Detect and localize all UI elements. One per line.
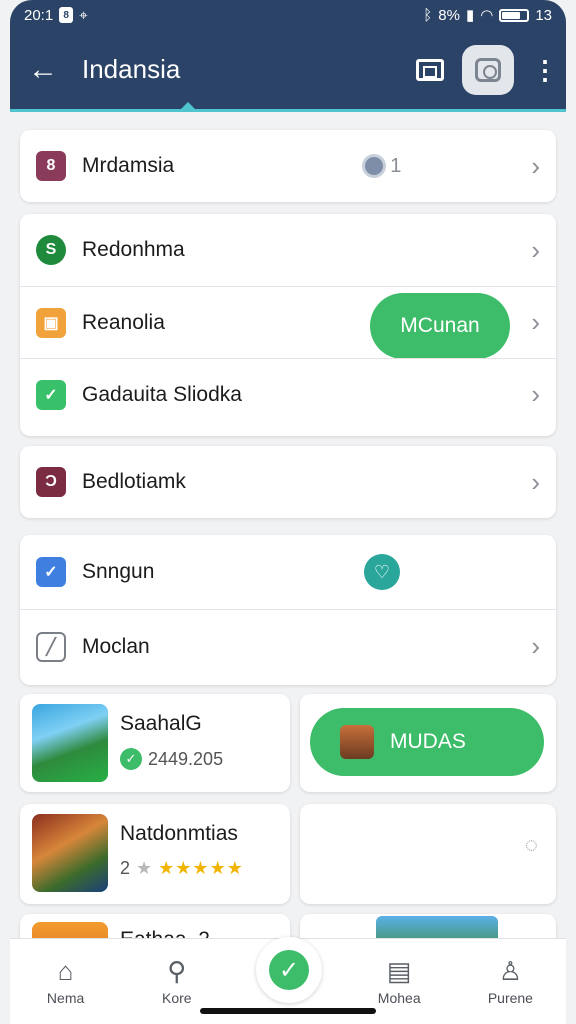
app-bar: ← Indansia ⋮ [10,30,566,112]
battery-percent: 8% [438,6,460,24]
menu-item-moclan[interactable]: ╱ Moclan › [20,609,556,683]
shield-icon [362,154,387,178]
avatar [340,725,374,759]
app-icon: S [36,235,66,265]
menu-item-label: Bedlotiamk [82,470,186,493]
status-bar: 20:1 8 ⌖ ᛒ 8% ▮ ◠ 13 [10,0,566,30]
chevron-right-icon: › [531,307,540,337]
menu-card-4: ✓ Snngun ♡ ╱ Moclan › [20,535,556,685]
chevron-right-icon: › [531,234,540,265]
notification-badge-icon: 8 [59,7,74,23]
location-pin-icon[interactable]: ◌ [525,832,538,858]
menu-item-label: Moclan [82,634,150,658]
menu-item-mrdamsia[interactable]: 8 Mrdamsia 1 › [20,130,556,202]
chevron-right-icon: › [531,379,540,409]
status-time: 20:1 [24,6,54,24]
camera-button[interactable] [462,44,514,95]
wifi-icon: ◠ [480,7,494,24]
nav-label: Mohea [377,989,421,1006]
menu-item-label: Gadauita Sliodka [82,382,242,406]
nav-label: Kore [162,989,192,1006]
menu-item-reanolia[interactable]: ▣ Reanolia MCunan › [20,286,556,359]
chevron-right-icon: › [531,466,540,497]
game-tile-1[interactable]: SaahalG ✓ 2449.205 [20,694,290,792]
menu-item-label: Snngun [82,560,155,583]
check-circle-icon: ✓ [120,748,142,770]
rating-value: 2 [120,858,131,878]
app-icon: Ɔ [36,467,66,497]
bluetooth-icon: ᛒ [423,6,433,24]
search-icon: ⚲ [167,955,187,986]
battery-text: 13 [535,6,552,24]
nav-label: Nema [46,989,85,1006]
camera-icon [475,57,501,82]
check-icon: ✓ [269,950,309,990]
mudas-tile: MUDAS [300,694,556,792]
app-icon: 8 [36,151,66,181]
edit-icon: ╱ [36,631,66,662]
home-icon: ⌂ [57,955,74,986]
center-action-button[interactable]: ✓ [256,937,322,1003]
star-empty-icon: ★ [136,858,153,878]
signal-icon: ▮ [465,7,475,24]
menu-item-snngun[interactable]: ✓ Snngun ♡ [20,535,556,609]
mudas-button[interactable]: MUDAS [310,708,544,776]
menu-item-redonhma[interactable]: S Redonhma › [20,214,556,286]
game-tile-2[interactable]: Natdonmtias 2 ★ ★★★★★ [20,804,290,904]
more-options-icon[interactable]: ⋮ [532,57,558,83]
home-indicator[interactable] [200,1008,376,1014]
menu-item-label: Redonhma [82,238,185,261]
menu-card-3: Ɔ Bedlotiamk › [20,446,556,518]
check-icon: ✓ [36,379,66,410]
game-thumbnail [32,814,108,892]
game-stat-value: 2449.205 [148,748,224,769]
menu-item-label: Mrdamsia [82,154,175,177]
list-icon: ▤ [386,955,412,986]
cast-icon[interactable] [416,58,444,81]
rating-stars: ★★★★★ [158,858,244,878]
battery-icon [499,8,530,22]
nav-tab-nema[interactable]: ⌂ Nema [10,939,121,1024]
menu-item-gadauita[interactable]: ✓ Gadauita Sliodka › [20,358,556,430]
menu-card-1: 8 Mrdamsia 1 › [20,130,556,202]
placeholder-tile: ◌ [300,804,556,904]
mcunan-button[interactable]: MCunan [370,293,510,359]
nav-tab-purene[interactable]: ♙ Purene [455,939,566,1024]
menu-item-bedlotiamk[interactable]: Ɔ Bedlotiamk › [20,446,556,518]
game-stat: ✓ 2449.205 [120,748,223,770]
game-title: SaahalG [120,712,202,735]
chevron-right-icon: › [531,150,540,181]
counter-indicator: 1 [362,154,401,178]
heart-icon[interactable]: ♡ [364,554,400,590]
tab-indicator [178,102,198,112]
back-arrow-icon[interactable]: ← [28,53,64,87]
app-icon: ▣ [36,307,66,338]
game-rating: 2 ★ ★★★★★ [120,858,244,879]
mudas-button-label: MUDAS [390,730,466,753]
game-thumbnail [32,704,108,782]
nav-label: Purene [487,989,533,1006]
menu-card-2: S Redonhma › ▣ Reanolia MCunan › ✓ Gadau… [20,214,556,436]
page-title: Indansia [82,54,181,84]
counter-value: 1 [390,154,402,177]
checkbox-icon[interactable]: ✓ [36,557,66,587]
location-icon: ⌖ [79,6,88,24]
chevron-right-icon: › [531,631,540,661]
game-title: Natdonmtias [120,822,238,845]
profile-icon: ♙ [498,955,523,986]
